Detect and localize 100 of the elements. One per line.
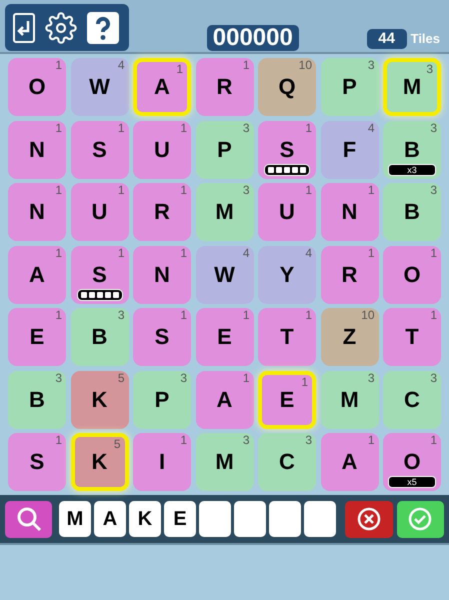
letter-tile[interactable]: R 1 xyxy=(320,246,378,304)
tile-points: 1 xyxy=(180,434,187,446)
letter-tile[interactable]: S 1 xyxy=(70,120,128,178)
tile-letter: S xyxy=(92,138,107,160)
tile-points: 1 xyxy=(368,184,374,196)
tile-points: 3 xyxy=(430,372,437,384)
tile-points: 10 xyxy=(361,309,374,321)
letter-tile[interactable]: S 1 xyxy=(70,246,128,304)
tile-letter: T xyxy=(280,326,294,348)
letter-tile[interactable]: P 3 xyxy=(320,58,378,116)
letter-tile[interactable]: B 3 xyxy=(383,183,441,241)
exit-icon[interactable] xyxy=(13,12,35,42)
letter-tile[interactable]: E 1 xyxy=(196,308,254,366)
tile-letter: O xyxy=(403,264,421,286)
tile-letter: P xyxy=(342,76,357,98)
submit-button[interactable] xyxy=(396,500,444,538)
letter-tile[interactable]: E 1 xyxy=(258,370,316,428)
tile-points: 1 xyxy=(118,122,124,134)
tile-letter: N xyxy=(154,264,170,286)
letter-tile[interactable]: F 4 xyxy=(320,120,378,178)
tile-letter: U xyxy=(279,201,295,223)
letter-tile[interactable]: E 1 xyxy=(8,308,66,366)
tile-letter: B xyxy=(404,201,420,223)
letter-tile[interactable]: U 1 xyxy=(258,183,316,241)
tile-letter: B xyxy=(29,388,45,410)
letter-tile[interactable]: N 1 xyxy=(133,246,191,304)
letter-tile[interactable]: R 1 xyxy=(196,58,254,116)
letter-tile[interactable]: N 1 xyxy=(8,183,66,241)
letter-tile[interactable]: M 3 xyxy=(383,58,441,116)
tile-points: 3 xyxy=(305,434,312,446)
tile-points: 3 xyxy=(430,122,437,134)
letter-tile[interactable]: S 1 xyxy=(8,433,66,491)
letter-tile[interactable]: M 3 xyxy=(196,433,254,491)
tile-points: 1 xyxy=(242,372,250,384)
letter-tile[interactable]: C 3 xyxy=(258,433,316,491)
letter-tile[interactable]: N 1 xyxy=(320,183,378,241)
letter-tile[interactable]: A 1 xyxy=(320,433,378,491)
tile-points: 1 xyxy=(55,246,62,258)
letter-tile[interactable]: Q 10 xyxy=(258,58,316,116)
tile-letter: R xyxy=(342,264,358,286)
tile-points: 1 xyxy=(118,246,124,258)
letter-tile[interactable]: I 1 xyxy=(133,433,191,491)
tile-points: 4 xyxy=(118,59,124,71)
letter-tile[interactable]: W 4 xyxy=(196,246,254,304)
tile-letter: W xyxy=(214,264,235,286)
word-slot xyxy=(269,501,301,537)
letter-tile[interactable]: Z 10 xyxy=(320,308,378,366)
tile-letter: U xyxy=(154,138,170,160)
letter-tile[interactable]: W 4 xyxy=(70,58,128,116)
tile-letter: B xyxy=(92,326,108,348)
tile-letter: E xyxy=(280,388,294,410)
letter-tile[interactable]: B 3 x3 xyxy=(383,120,441,178)
word-slot: A xyxy=(94,501,126,537)
tile-points: 1 xyxy=(368,246,374,258)
letter-tile[interactable]: A 1 xyxy=(133,58,191,116)
letter-tile[interactable]: K 5 xyxy=(70,433,128,491)
tile-letter: R xyxy=(216,76,232,98)
tile-points: 4 xyxy=(242,246,250,258)
tile-letter: S xyxy=(30,451,44,473)
letter-tile[interactable]: S 1 xyxy=(133,308,191,366)
letter-tile[interactable]: B 3 xyxy=(70,308,128,366)
tile-letter: O xyxy=(28,76,46,98)
letter-tile[interactable]: M 3 xyxy=(196,183,254,241)
tile-points: 10 xyxy=(298,59,312,71)
letter-tile[interactable]: K 5 xyxy=(70,370,128,428)
letter-tile[interactable]: S 1 xyxy=(258,120,316,178)
search-button[interactable] xyxy=(5,500,52,538)
tile-letter: M xyxy=(215,201,234,223)
letter-tile[interactable]: M 3 xyxy=(320,370,378,428)
tile-points: 1 xyxy=(55,59,62,71)
letter-tile[interactable]: P 3 xyxy=(133,370,191,428)
letter-tile[interactable]: U 1 xyxy=(133,120,191,178)
tile-points: 1 xyxy=(242,309,250,321)
letter-tile[interactable]: A 1 xyxy=(196,370,254,428)
letter-tile[interactable]: O 1 xyxy=(383,246,441,304)
tile-letter: R xyxy=(154,201,170,223)
word-slot xyxy=(199,501,231,537)
clear-button[interactable] xyxy=(345,500,393,538)
tile-letter: Z xyxy=(342,326,356,348)
letter-tile[interactable]: T 1 xyxy=(383,308,441,366)
help-icon[interactable] xyxy=(87,12,119,44)
tile-points: 3 xyxy=(426,63,433,75)
letter-tile[interactable]: N 1 xyxy=(8,120,66,178)
letter-tile[interactable]: C 3 xyxy=(383,370,441,428)
settings-icon[interactable] xyxy=(45,12,77,44)
tile-letter: M xyxy=(215,451,234,473)
letter-tile[interactable]: U 1 xyxy=(70,183,128,241)
letter-tile[interactable]: O 1 x5 xyxy=(383,433,441,491)
word-slot: M xyxy=(59,501,91,537)
tile-points: 1 xyxy=(305,184,312,196)
letter-tile[interactable]: P 3 xyxy=(196,120,254,178)
letter-tile[interactable]: T 1 xyxy=(258,308,316,366)
tile-letter: A xyxy=(154,76,170,98)
letter-tile[interactable]: O 1 xyxy=(8,58,66,116)
letter-tile[interactable]: Y 4 xyxy=(258,246,316,304)
letter-tile[interactable]: B 3 xyxy=(8,370,66,428)
letter-tile[interactable]: A 1 xyxy=(8,246,66,304)
tile-points: 1 xyxy=(242,59,250,71)
letter-tile[interactable]: R 1 xyxy=(133,183,191,241)
tile-points: 1 xyxy=(301,376,308,388)
